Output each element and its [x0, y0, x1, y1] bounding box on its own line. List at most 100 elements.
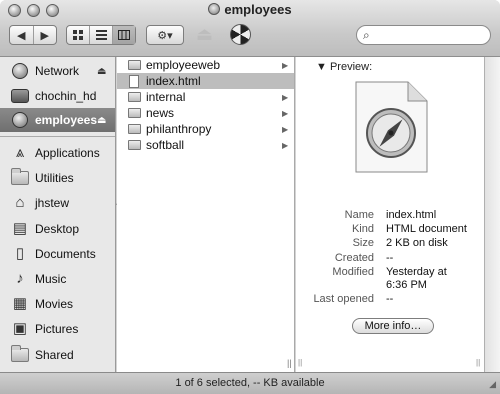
- music-icon: ♪: [16, 270, 24, 287]
- item-label: internal: [146, 90, 186, 104]
- sidebar-item-music[interactable]: ♪ Music: [0, 267, 115, 291]
- info-key: Created: [334, 252, 374, 264]
- column-resize-handle[interactable]: ||: [287, 358, 292, 368]
- sidebar-item-movies[interactable]: ▦ Movies: [0, 292, 115, 316]
- sidebar-item-applications[interactable]: ⩓ Applications: [0, 141, 115, 165]
- disclosure-arrow-icon: ▶: [282, 124, 289, 134]
- html-file-icon: [127, 74, 141, 88]
- info-value: --: [386, 293, 394, 305]
- list-item[interactable]: internal ▶: [117, 89, 294, 105]
- info-key: Last opened: [313, 293, 374, 305]
- list-view-icon: [95, 30, 107, 40]
- vertical-scrollbar[interactable]: [484, 57, 500, 372]
- shared-volume-icon: [208, 3, 221, 15]
- sidebar-item-network[interactable]: Network ⏏: [0, 59, 115, 83]
- item-label: employeeweb: [146, 58, 221, 72]
- view-mode-control: [66, 25, 136, 45]
- title-toolbar: employees ◀ ▶ ⚙▾ ⏏ ⌕: [0, 0, 500, 57]
- pictures-icon: ▣: [12, 320, 28, 337]
- movies-icon: ▦: [12, 295, 28, 312]
- sidebar-item-jhstew[interactable]: ⌂ jhstew: [0, 191, 115, 215]
- sidebar-item-desktop[interactable]: ▤ Desktop: [0, 217, 115, 241]
- sidebar-item-label: Utilities: [35, 171, 74, 185]
- window-title: employees: [0, 2, 500, 17]
- folder-icon: [10, 168, 30, 187]
- sidebar-item-label: Music: [35, 272, 67, 286]
- forward-button[interactable]: ▶: [34, 29, 57, 42]
- home-icon: ⌂: [15, 194, 25, 211]
- applications-icon: ⩓: [15, 144, 25, 161]
- sidebar-item-documents[interactable]: ▯ Documents: [0, 242, 115, 266]
- disclosure-arrow-icon: ▶: [282, 60, 289, 70]
- desktop-icon: ▤: [12, 220, 28, 237]
- status-text: 1 of 6 selected, -- KB available: [175, 377, 325, 389]
- preview-heading[interactable]: ▼ Preview:: [316, 61, 372, 73]
- finder-window: employees ◀ ▶ ⚙▾ ⏏ ⌕ Network ⏏ chochin_h…: [0, 0, 500, 394]
- disclosure-arrow-icon: ▶: [282, 140, 289, 150]
- sidebar-item-label: Desktop: [35, 222, 80, 236]
- sidebar-item-label: chochin_hd: [35, 89, 97, 103]
- info-value: HTML document: [386, 223, 467, 235]
- sidebar-item-label: Network: [35, 64, 80, 78]
- info-value: --: [386, 252, 394, 264]
- sidebar-item-utilities[interactable]: Utilities: [0, 166, 115, 190]
- folder-icon: [127, 138, 141, 152]
- sidebar-divider: [0, 136, 115, 137]
- sidebar-item-label: Shared: [35, 348, 74, 362]
- sidebar-item-shared[interactable]: Shared: [0, 343, 115, 367]
- folder-icon: [127, 90, 141, 104]
- eject-toolbar-icon[interactable]: ⏏: [196, 24, 213, 45]
- search-icon: ⌕: [363, 28, 370, 42]
- list-item[interactable]: index.html: [117, 73, 294, 89]
- safari-document-icon: [355, 81, 428, 173]
- resize-grip-icon[interactable]: ◢: [489, 379, 496, 390]
- list-item[interactable]: softball ▶: [117, 137, 294, 153]
- info-value: 6:36 PM: [386, 279, 427, 291]
- list-view-button[interactable]: [89, 26, 112, 44]
- sidebar-item-label: Applications: [35, 146, 100, 160]
- sidebar-item-label: Documents: [35, 247, 96, 261]
- folder-icon: [127, 106, 141, 120]
- back-button[interactable]: ◀: [10, 29, 33, 42]
- status-bar: 1 of 6 selected, -- KB available ◢: [0, 372, 500, 394]
- info-key: Name: [344, 209, 374, 221]
- column-resize-handle[interactable]: ||: [298, 358, 302, 367]
- column-browser-pane: employeeweb ▶ index.html internal ▶ news…: [117, 57, 295, 372]
- action-menu-button[interactable]: ⚙▾: [146, 25, 184, 45]
- hard-disk-icon: [10, 87, 30, 105]
- icon-view-icon: [72, 29, 83, 40]
- info-value: 2 KB on disk: [386, 237, 448, 249]
- list-item[interactable]: news ▶: [117, 105, 294, 121]
- preview-heading-text: Preview:: [329, 61, 373, 73]
- info-value: index.html: [386, 209, 437, 221]
- eject-icon[interactable]: ⏏: [97, 115, 106, 126]
- icon-view-button[interactable]: [67, 26, 89, 44]
- list-item[interactable]: employeeweb ▶: [117, 57, 294, 73]
- search-input[interactable]: [377, 28, 486, 44]
- list-item[interactable]: philanthropy ▶: [117, 121, 294, 137]
- folder-icon: [127, 122, 141, 136]
- column-view-button[interactable]: [112, 26, 135, 44]
- sidebar-item-label: Movies: [35, 297, 74, 311]
- item-label: index.html: [146, 74, 201, 88]
- column-view-icon: [118, 30, 130, 40]
- more-info-button[interactable]: More info…: [352, 318, 434, 334]
- sidebar-item-label: employees: [35, 113, 98, 127]
- window-title-text: employees: [224, 2, 292, 17]
- search-field[interactable]: ⌕: [356, 25, 491, 45]
- burn-icon[interactable]: [230, 24, 251, 45]
- item-label: news: [146, 106, 175, 120]
- folder-icon: [127, 58, 141, 72]
- column-resize-handle[interactable]: ||: [476, 358, 480, 367]
- sidebar-item-chochin-hd[interactable]: chochin_hd: [0, 84, 115, 108]
- info-value: Yesterday at: [386, 266, 447, 278]
- sidebar-item-employees[interactable]: employees ⏏: [0, 108, 115, 132]
- info-key: Kind: [351, 223, 374, 235]
- folder-icon: [10, 345, 30, 364]
- info-key: Size: [352, 237, 374, 249]
- item-label: philanthropy: [146, 122, 212, 136]
- disclosure-arrow-icon: ▶: [282, 92, 289, 102]
- sidebar-item-label: jhstew: [35, 196, 70, 210]
- sidebar-item-pictures[interactable]: ▣ Pictures: [0, 317, 115, 341]
- eject-icon[interactable]: ⏏: [97, 66, 106, 77]
